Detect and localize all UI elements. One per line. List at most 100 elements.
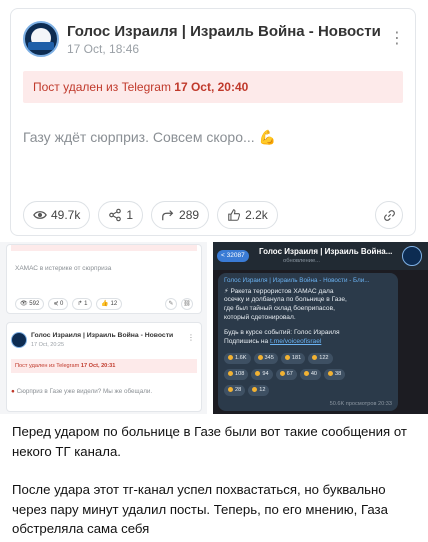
likes-count: 2.2k <box>245 208 268 222</box>
mini-post-text: ХАМАС в истерике от сюрприза <box>15 265 112 272</box>
reaction-emoji-icon <box>228 355 233 361</box>
reaction-emoji-icon <box>228 387 233 393</box>
avatar-ribbon <box>28 42 54 50</box>
reaction-emoji-icon <box>228 371 233 377</box>
deleted-notice: Пост удален из Telegram 17 Oct, 20:40 <box>23 71 403 103</box>
mini-post-date: 17 Oct, 20:25 <box>31 342 65 348</box>
shares-count: 1 <box>126 208 134 222</box>
reaction-count: 94 <box>262 371 269 377</box>
mini-more-icon: ⋮ <box>187 333 195 342</box>
mini-stat-forwards: 1 <box>84 301 88 307</box>
telegram-channel-line: Голос Израиля | Израиль Война - Новости … <box>224 277 370 284</box>
reaction-chip[interactable]: 12 <box>248 385 270 396</box>
unread-count: 32087 <box>226 252 245 259</box>
mini-stat: ⋞ 0 <box>48 298 69 310</box>
mini-post-text-body: Сюрприз в Газе уже видели? Мы же обещали… <box>16 388 153 395</box>
thumbs-up-icon <box>228 209 241 221</box>
telegram-subtitle: обновление... <box>283 258 321 264</box>
subscribe-prefix: Подпишись на <box>224 338 271 345</box>
reaction-count: 12 <box>259 387 266 393</box>
mini-post-text: ● Сюрприз в Газе уже видели? Мы же обеща… <box>11 388 152 395</box>
mini-deleted-label: Пост удален из Telegram <box>15 363 81 369</box>
channel-name[interactable]: Голос Израиля | Израиль Война - Новости <box>67 23 381 40</box>
mini-post-card: ХАМАС в истерике от сюрприза 👁 592 ⋞ 0 ↱… <box>6 244 202 314</box>
unread-badge: < 32087 <box>217 250 249 262</box>
reactions-row: 28 12 <box>224 385 394 396</box>
post-date: 17 Oct, 18:46 <box>67 42 140 56</box>
telegram-footer: 50.6K просмотров 20:33 <box>329 401 392 407</box>
mini-deleted-notice: Пост удален из Telegram 17 Oct, 20:31 <box>11 359 197 373</box>
mini-channel-avatar <box>11 332 27 348</box>
reaction-chip[interactable]: 181 <box>280 353 306 364</box>
reaction-emoji-icon <box>252 387 258 393</box>
reaction-count: 181 <box>291 355 302 361</box>
reaction-emoji-icon <box>257 355 263 361</box>
forward-icon <box>162 210 174 221</box>
post-stats: 49.7k 1 289 2.2k <box>23 201 278 229</box>
telegram-subscribe-line: Подпишись на t.me/voiceofisrael <box>224 338 321 345</box>
embedded-screenshot-posts: ХАМАС в истерике от сюрприза 👁 592 ⋞ 0 ↱… <box>0 242 207 414</box>
mini-stat: 👁 592 <box>15 298 45 310</box>
reaction-chip[interactable]: 28 <box>224 385 246 396</box>
reaction-emoji-icon <box>255 371 261 377</box>
likes-stat[interactable]: 2.2k <box>217 201 278 229</box>
copy-link-button[interactable] <box>375 201 403 229</box>
deleted-notice-label: Пост удален из Telegram <box>33 80 175 94</box>
mini-link-icon: ⛓ <box>181 298 193 310</box>
mini-deleted-notice <box>11 245 197 251</box>
views-count: 49.7k <box>51 208 81 222</box>
mini-stat: 👍 12 <box>96 298 123 310</box>
mini-deleted-date: 17 Oct, 20:31 <box>80 363 116 369</box>
channel-avatar[interactable] <box>23 21 59 57</box>
reaction-count: 40 <box>310 371 318 377</box>
reaction-emoji-icon <box>328 371 334 377</box>
reaction-chip[interactable]: 1.6K <box>224 353 251 364</box>
mini-stat-shares: 0 <box>60 301 64 307</box>
reaction-chip[interactable]: 94 <box>251 369 273 380</box>
reaction-count: 28 <box>235 387 242 393</box>
link-icon <box>383 209 395 221</box>
bomb-icon: ● <box>11 388 15 395</box>
telegram-line: осечку и долбанула по больнице в Газе, <box>224 296 347 303</box>
reaction-chip[interactable]: 67 <box>275 369 297 380</box>
more-vertical-icon[interactable]: ⋮ <box>389 29 405 49</box>
forwards-stat[interactable]: 289 <box>151 201 210 229</box>
post-card: Голос Израиля | Израиль Война - Новости … <box>10 8 416 236</box>
eye-icon <box>33 211 47 219</box>
forwards-count: 289 <box>179 208 200 222</box>
embedded-screenshot-telegram: < 32087 Голос Израиля | Израиль Война...… <box>213 242 428 414</box>
mini-post-card: Голос Израиля | Израиль Война - Новости … <box>6 322 202 412</box>
telegram-header: < 32087 Голос Израиля | Израиль Война...… <box>213 242 428 270</box>
shares-stat[interactable]: 1 <box>98 201 144 229</box>
reaction-chip[interactable]: 122 <box>308 353 333 364</box>
flexed-biceps-icon: 💪 <box>258 129 276 145</box>
caption-paragraph: После удара этот тг-канал успел похваста… <box>12 482 388 536</box>
post-text-body: Газу ждёт сюрприз. Совсем скоро... <box>23 129 255 145</box>
reactions-row: 1.6K 345 181 122 <box>224 353 394 364</box>
reaction-emoji-icon <box>279 371 285 377</box>
reaction-count: 38 <box>335 371 342 377</box>
reaction-count: 122 <box>319 355 329 361</box>
telegram-cta-line: Будь в курсе событий: Голос Израиля <box>224 329 340 336</box>
subscribe-link[interactable]: t.me/voiceofisrael <box>270 338 321 345</box>
reaction-emoji-icon <box>312 355 318 361</box>
reaction-chip[interactable]: 40 <box>299 369 322 380</box>
mini-channel-name: Голос Израиля | Израиль Война - Новости <box>31 332 174 339</box>
reaction-chip[interactable]: 108 <box>224 369 249 380</box>
mini-edit-icon: ✎ <box>165 298 177 310</box>
mini-stat-views: 592 <box>29 301 40 307</box>
telegram-line: который сдетонировал. <box>224 314 296 321</box>
reaction-emoji-icon <box>284 355 290 361</box>
telegram-avatar <box>402 246 422 266</box>
share-icon <box>109 208 122 222</box>
caption-paragraph: Перед ударом по больнице в Газе были вот… <box>12 424 407 459</box>
caption: Перед ударом по больнице в Газе были вот… <box>12 422 420 542</box>
views-stat[interactable]: 49.7k <box>23 201 91 229</box>
reaction-chip[interactable]: 345 <box>253 353 278 364</box>
mini-stat-likes: 12 <box>110 301 118 307</box>
reaction-emoji-icon <box>303 371 309 377</box>
mini-icons: ✎ ⛓ <box>165 298 193 310</box>
reaction-chip[interactable]: 38 <box>324 369 346 380</box>
reaction-count: 345 <box>264 355 274 361</box>
mini-post-stats: 👁 592 ⋞ 0 ↱ 1 👍 12 <box>15 298 123 310</box>
